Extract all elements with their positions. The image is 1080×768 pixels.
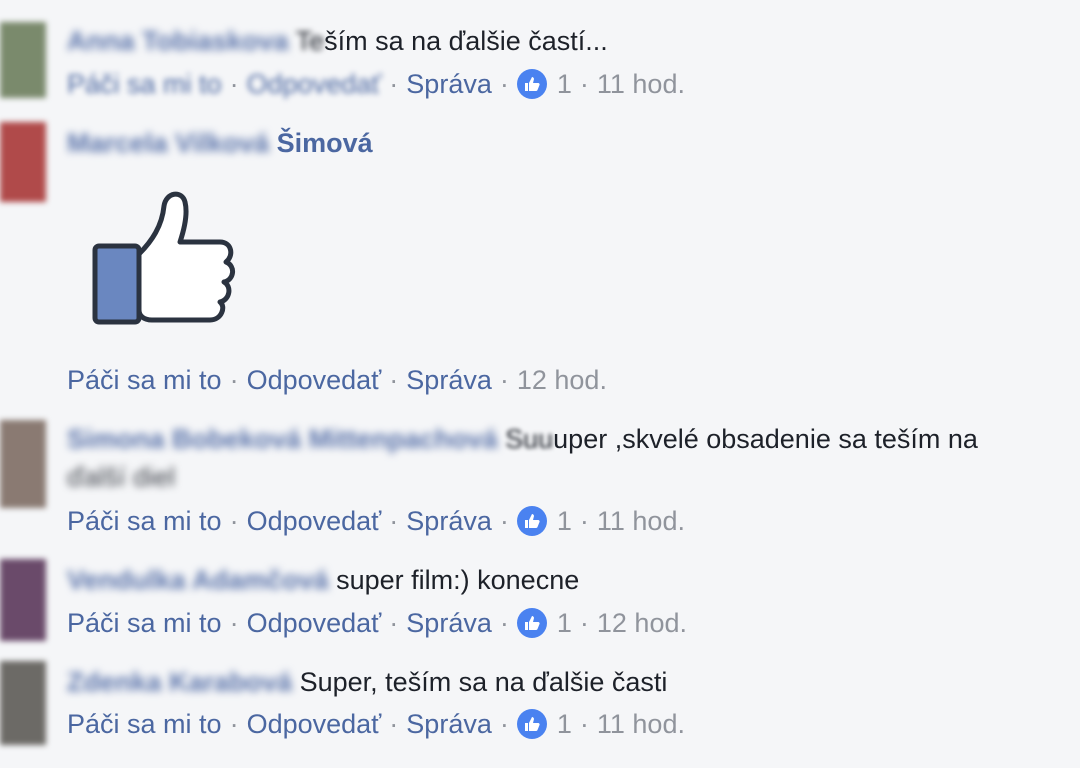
author-name[interactable]: Marcela Vilková Šimová (67, 128, 373, 158)
reply-link[interactable]: Odpovedať (247, 503, 382, 539)
message-link[interactable]: Správa (406, 706, 492, 742)
timestamp[interactable]: 11 hod. (597, 66, 685, 102)
comment-text-continued: ďalší diel (67, 462, 176, 492)
comment-actions: Páči sa mi to · Odpovedať · Správa · 12 … (67, 362, 607, 398)
comment-text: Super, teším sa na ďalšie časti (299, 667, 668, 697)
reaction-count[interactable]: 1 (557, 66, 572, 102)
comment-line: Vendulka Adamčová super film:) konecne (67, 561, 1060, 599)
author-name[interactable]: Anna Tobiaskova (67, 26, 289, 56)
avatar[interactable] (0, 122, 46, 202)
like-reaction-icon[interactable] (516, 69, 547, 99)
author-name[interactable]: Simona Bobeková Mittenpachová (67, 424, 498, 454)
like-reaction-icon[interactable] (516, 709, 547, 739)
comment-text: super film:) konecne (336, 565, 580, 595)
reaction-count[interactable]: 1 (557, 503, 572, 539)
comment-line: Simona Bobeková Mittenpachová Suuuper ,s… (67, 420, 1060, 458)
comment-actions: Páči sa mi to · Odpovedať · Správa · 1 ·… (67, 706, 685, 742)
timestamp[interactable]: 11 hod. (597, 706, 685, 742)
reply-link[interactable]: Odpovedať (247, 362, 382, 398)
like-link[interactable]: Páči sa mi to (67, 605, 222, 641)
timestamp[interactable]: 12 hod. (517, 362, 607, 398)
author-name[interactable]: Zdenka Karabová (67, 667, 292, 697)
avatar[interactable] (0, 559, 46, 641)
reaction-count[interactable]: 1 (557, 706, 572, 742)
like-link[interactable]: Páči sa mi to (67, 66, 222, 102)
comment-actions: Páči sa mi to · Odpovedať · Správa · 1 ·… (67, 605, 687, 641)
avatar[interactable] (0, 420, 46, 508)
like-link[interactable]: Páči sa mi to (67, 503, 222, 539)
message-link[interactable]: Správa (406, 66, 492, 102)
avatar[interactable] (0, 22, 46, 98)
comment-line: Marcela Vilková Šimová (67, 124, 1060, 162)
avatar[interactable] (0, 661, 46, 745)
thumbs-up-sticker-icon (92, 191, 235, 325)
comment-line: Anna Tobiaskova Teším sa na ďalšie častí… (67, 22, 1060, 60)
comment-actions: Páči sa mi to · Odpovedať · Správa · 1 ·… (67, 503, 685, 539)
timestamp[interactable]: 11 hod. (597, 503, 685, 539)
reply-link[interactable]: Odpovedať (247, 66, 382, 102)
message-link[interactable]: Správa (406, 362, 492, 398)
comment: Anna Tobiaskova Teším sa na ďalšie častí… (0, 0, 1080, 110)
author-name[interactable]: Vendulka Adamčová (67, 565, 329, 595)
comment-actions: Páči sa mi to · Odpovedať · Správa · 1 ·… (67, 66, 685, 102)
like-reaction-icon[interactable] (516, 506, 547, 536)
message-link[interactable]: Správa (406, 605, 492, 641)
message-link[interactable]: Správa (406, 503, 492, 539)
reply-link[interactable]: Odpovedať (247, 706, 382, 742)
reaction-count[interactable]: 1 (557, 605, 572, 641)
comment-text: Suuuper ,skvelé obsadenie sa teším na (505, 424, 978, 454)
like-link[interactable]: Páči sa mi to (67, 362, 222, 398)
reply-link[interactable]: Odpovedať (247, 605, 382, 641)
like-link[interactable]: Páči sa mi to (67, 706, 222, 742)
like-reaction-icon[interactable] (516, 608, 547, 638)
comment-text: Teším sa na ďalšie častí... (295, 26, 608, 56)
comment-line: Zdenka Karabová Super, teším sa na ďalši… (67, 663, 1060, 701)
timestamp[interactable]: 12 hod. (597, 605, 687, 641)
